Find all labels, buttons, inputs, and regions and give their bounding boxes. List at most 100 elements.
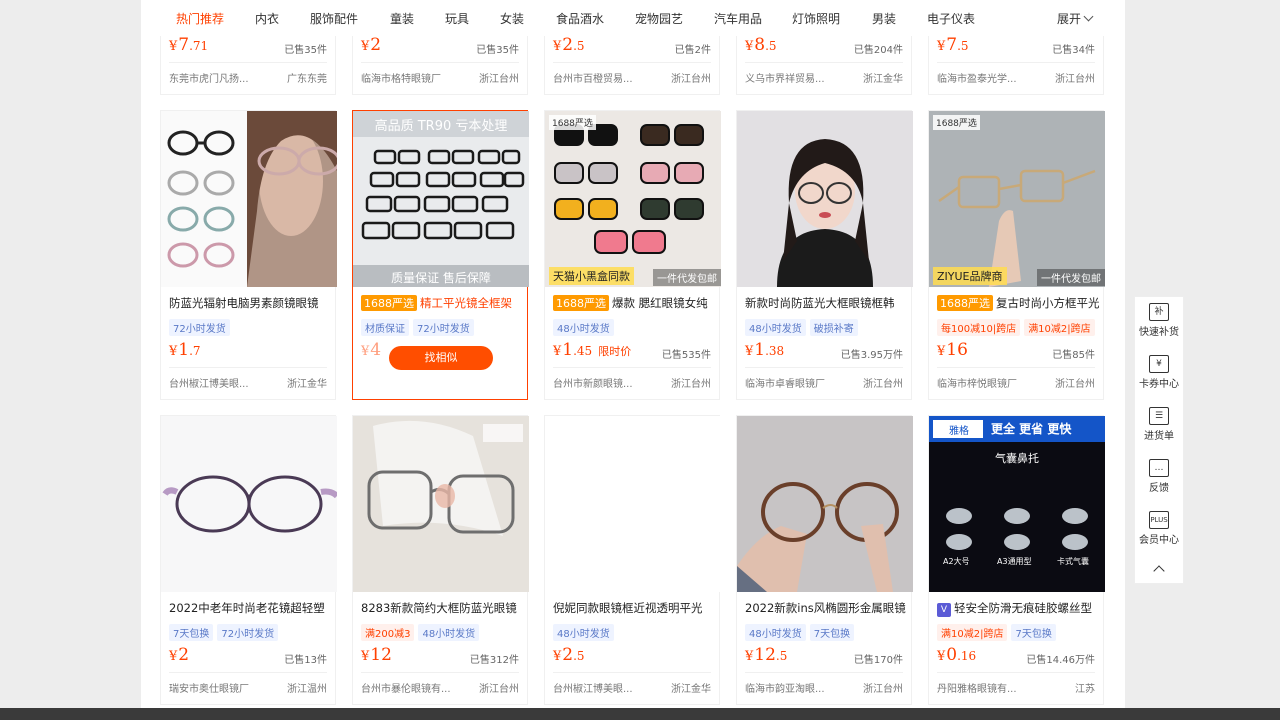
service-tag: 72小时发货 <box>217 624 279 641</box>
divider <box>937 367 1095 368</box>
seller-name[interactable]: 义乌市界祥贸易... <box>745 70 845 85</box>
category-tab[interactable]: 女装 <box>500 10 524 27</box>
category-tab[interactable]: 玩具 <box>445 10 469 27</box>
product-page: 热门推荐 内衣 服饰配件 童装 玩具 女装 食品酒水 宠物园艺 汽车用品 灯饰照… <box>141 0 1125 708</box>
product-title[interactable]: 8283新款简约大框防蓝光眼镜 <box>361 600 523 616</box>
product-title[interactable]: 1688严选 爆款 腮红眼镜女纯 <box>553 295 715 311</box>
product-image[interactable] <box>161 111 337 287</box>
image-caption: 高品质 TR90 亏本处理 <box>374 119 508 134</box>
service-tag: 48小时发货 <box>553 319 614 336</box>
find-similar-button[interactable]: 找相似 <box>389 346 493 370</box>
category-tab[interactable]: 宠物园艺 <box>635 10 683 27</box>
promo-tag: 满200减3 <box>361 624 415 641</box>
image-caption: A3通用型 <box>997 557 1032 566</box>
promo-tag: 每100减10|跨店 <box>937 319 1021 336</box>
product-image[interactable] <box>353 416 529 592</box>
expand-button[interactable]: 展开 <box>1057 10 1094 27</box>
product-title[interactable]: 2022中老年时尚老花镜超轻塑 <box>169 600 331 616</box>
category-nav: 热门推荐 内衣 服饰配件 童装 玩具 女装 食品酒水 宠物园艺 汽车用品 灯饰照… <box>141 0 1125 36</box>
price: ¥12 <box>361 645 392 665</box>
seller-name[interactable]: 东莞市虎门凡扬... <box>169 70 269 85</box>
seller-location: 浙江金华 <box>671 684 711 695</box>
member-icon: PLUS <box>1149 511 1169 529</box>
seller-name[interactable]: 台州椒江博美眼... <box>553 680 653 695</box>
product-image[interactable]: 雅格 更全 更省 更快 气囊鼻托 A2大号 A3通用型 卡式气囊 <box>929 416 1105 592</box>
price: ¥7.5 <box>937 35 969 55</box>
product-card[interactable]: 8283新款简约大框防蓝光眼镜 满200减3 48小时发货 ¥12 已售312件 … <box>352 415 529 705</box>
image-caption: 天猫小黑盒同款 <box>549 267 634 285</box>
product-title[interactable]: 2022新款ins风椭圆形金属眼镜 <box>745 600 907 616</box>
product-card[interactable]: 倪妮同款眼镜框近视透明平光 48小时发货 ¥2.5 台州椒江博美眼... 浙江金… <box>544 415 721 705</box>
restock-button[interactable]: 补 快速补货 <box>1135 303 1183 349</box>
seller-location: 浙江台州 <box>863 684 903 695</box>
seller-name[interactable]: 临海市盈泰光学... <box>937 70 1037 85</box>
product-card[interactable]: 2022中老年时尚老花镜超轻塑 7天包换 72小时发货 ¥2 已售13件 瑞安市奥… <box>160 415 337 705</box>
service-tags: 48小时发货 <box>553 317 618 336</box>
product-image[interactable] <box>161 416 337 592</box>
seller-name[interactable]: 临海市梓悦眼镜厂 <box>937 375 1037 390</box>
price: ¥7.71 <box>169 35 209 55</box>
chevron-up-icon <box>1153 565 1165 577</box>
category-tab[interactable]: 内衣 <box>255 10 279 27</box>
product-title[interactable]: 倪妮同款眼镜框近视透明平光 <box>553 600 715 616</box>
back-to-top-button[interactable] <box>1135 557 1183 583</box>
product-card[interactable]: 1688严选 天猫小黑盒同款 一件代发包邮 1688严选 爆款 腮红眼镜女纯 48… <box>544 110 721 400</box>
product-card[interactable]: 高品质 TR90 亏本处理 质量保证 售后保障 1688严选 精工平光镜全框架 材… <box>352 110 529 400</box>
product-image[interactable] <box>737 111 913 287</box>
product-title[interactable]: 新款时尚防蓝光大框眼镜框韩 <box>745 295 907 311</box>
seller-name[interactable]: 台州市新颜眼镜... <box>553 375 653 390</box>
service-tag: 72小时发货 <box>169 319 230 336</box>
seller-name[interactable]: 丹阳雅格眼镜有... <box>937 680 1037 695</box>
category-tab[interactable]: 灯饰照明 <box>792 10 840 27</box>
category-tab[interactable]: 食品酒水 <box>556 10 604 27</box>
seller-location: 浙江台州 <box>671 74 711 85</box>
sold-count: 已售170件 <box>853 655 903 666</box>
coupon-center-button[interactable]: ¥ 卡券中心 <box>1135 355 1183 401</box>
coupon-icon: ¥ <box>1149 355 1169 373</box>
product-card[interactable]: 1688严选 ZIYUE品牌商 一件代发包邮 1688严选 复古时尚小方框平光 每… <box>928 110 1105 400</box>
title-text: 爆款 腮红眼镜女纯 <box>612 296 708 310</box>
product-image[interactable]: 高品质 TR90 亏本处理 质量保证 售后保障 <box>353 111 529 287</box>
seller-name[interactable]: 临海市卓睿眼镜厂 <box>745 375 845 390</box>
product-image[interactable]: 1688严选 ZIYUE品牌商 一件代发包邮 <box>929 111 1105 287</box>
seller-location: 江苏 <box>1075 684 1095 695</box>
category-tab[interactable]: 热门推荐 <box>176 10 224 27</box>
category-tab[interactable]: 汽车用品 <box>714 10 762 27</box>
price: ¥12.5 <box>745 645 788 665</box>
image-caption: 卡式气囊 <box>1057 557 1089 566</box>
product-title[interactable]: 防蓝光辐射电脑男素颜镜眼镜 <box>169 295 331 311</box>
category-tab[interactable]: 服饰配件 <box>310 10 358 27</box>
price: ¥16 <box>937 340 968 360</box>
product-image[interactable] <box>545 416 721 592</box>
yanxuan-badge: 1688严选 <box>937 295 993 311</box>
product-image[interactable]: 1688严选 天猫小黑盒同款 一件代发包邮 <box>545 111 721 287</box>
seller-name[interactable]: 台州市百橙贸易... <box>553 70 653 85</box>
seller-name[interactable]: 瑞安市奥仕眼镜厂 <box>169 680 269 695</box>
service-tags: 材质保证 72小时发货 <box>361 317 478 336</box>
sold-count: 已售204件 <box>853 45 903 56</box>
product-card[interactable]: 雅格 更全 更省 更快 气囊鼻托 A2大号 A3通用型 卡式气囊 V 轻安全防滑无… <box>928 415 1105 705</box>
title-text: 精工平光镜全框架 <box>420 296 512 310</box>
seller-location: 浙江台州 <box>1055 74 1095 85</box>
product-card[interactable]: 2022新款ins风椭圆形金属眼镜 48小时发货 7天包换 ¥12.5 已售170… <box>736 415 913 705</box>
member-center-button[interactable]: PLUS 会员中心 <box>1135 511 1183 557</box>
product-image[interactable] <box>737 416 913 592</box>
category-tab[interactable]: 童装 <box>390 10 414 27</box>
product-title[interactable]: V 轻安全防滑无痕硅胶螺丝型 <box>937 600 1099 617</box>
product-card[interactable]: 新款时尚防蓝光大框眼镜框韩 48小时发货 破损补寄 ¥1.38 已售3.95万件 … <box>736 110 913 400</box>
seller-name[interactable]: 台州椒江博美眼... <box>169 375 269 390</box>
product-title[interactable]: 1688严选 复古时尚小方框平光 <box>937 295 1099 311</box>
product-card[interactable]: 防蓝光辐射电脑男素颜镜眼镜 72小时发货 ¥1.7 台州椒江博美眼... 浙江金… <box>160 110 337 400</box>
divider <box>937 672 1095 673</box>
promo-tag: 满10减2|跨店 <box>937 624 1008 641</box>
feedback-button[interactable]: … 反馈 <box>1135 459 1183 505</box>
seller-name[interactable]: 临海市格特眼镜厂 <box>361 70 461 85</box>
purchase-list-button[interactable]: ☰ 进货单 <box>1135 407 1183 453</box>
category-tab[interactable]: 电子仪表 <box>927 10 975 27</box>
toolbar-label: 快速补货 <box>1139 327 1179 338</box>
product-title[interactable]: 1688严选 精工平光镜全框架 <box>361 295 523 311</box>
category-tab[interactable]: 男装 <box>872 10 896 27</box>
service-tag: 7天包换 <box>809 624 855 641</box>
seller-name[interactable]: 临海市韵亚淘眼... <box>745 680 845 695</box>
seller-name[interactable]: 台州市暴伦眼镜有... <box>361 680 461 695</box>
